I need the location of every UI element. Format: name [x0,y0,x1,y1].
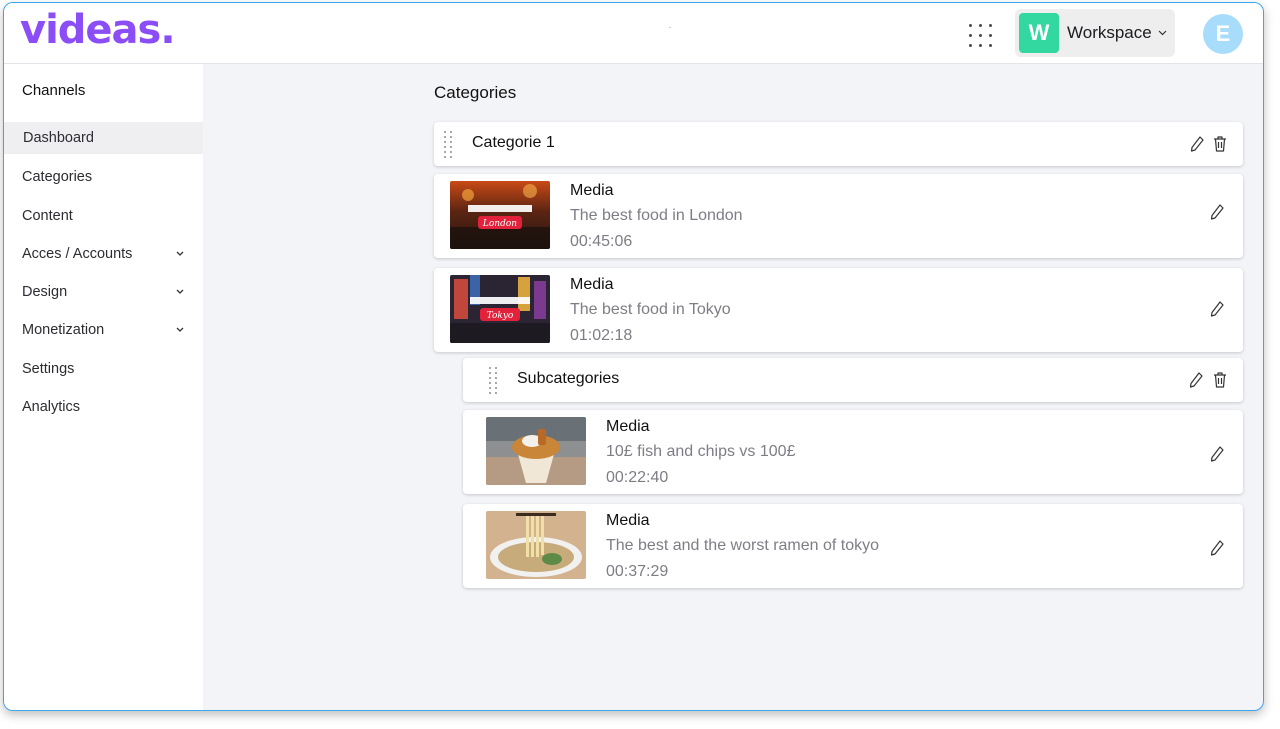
apps-grid-icon[interactable] [966,21,994,49]
pencil-icon[interactable] [1209,300,1225,318]
logo[interactable]: videas. [20,7,176,53]
media-row[interactable]: Media 10£ fish and chips vs 100£ 00:22:4… [463,410,1243,494]
sidebar-item-label: Design [22,284,68,300]
sidebar-item-acces-accounts[interactable]: Acces / Accounts [4,238,203,270]
sidebar-item-settings[interactable]: Settings [4,353,203,385]
thumbnail-caption: London [482,219,517,229]
media-title: The best food in Tokyo [570,301,731,318]
media-row[interactable]: London Media The best food in London 00:… [434,174,1243,258]
thumbnail-caption: Tokyo [487,311,514,321]
pencil-icon[interactable] [1209,539,1225,557]
pencil-icon[interactable] [1188,371,1204,389]
top-bar: videas. W Workspace E [4,3,1263,64]
trash-icon[interactable] [1212,135,1228,153]
chevron-down-icon [176,251,184,256]
media-thumbnail [486,417,586,485]
media-label: Media [606,512,650,529]
chevron-down-icon [176,327,184,332]
sidebar-item-monetization[interactable]: Monetization [4,314,203,346]
media-title: The best food in London [570,207,743,224]
media-duration: 00:22:40 [606,469,669,486]
drag-handle-icon[interactable] [489,367,497,394]
media-duration: 00:37:29 [606,563,669,580]
media-title: 10£ fish and chips vs 100£ [606,443,796,460]
pencil-icon[interactable] [1189,135,1205,153]
media-label: Media [606,418,650,435]
divider-dot [669,27,671,28]
media-thumbnail: London [450,181,550,249]
sidebar-item-label: Content [22,208,73,224]
subcategory-row[interactable]: Subcategories [463,358,1243,402]
workspace-switcher[interactable]: W Workspace [1015,9,1175,57]
sidebar-item-label: Dashboard [23,130,94,146]
media-thumbnail [486,511,586,579]
category-name: Categorie 1 [472,134,555,151]
sidebar-item-categories[interactable]: Categories [4,161,203,193]
page-title: Categories [434,83,517,102]
sidebar-item-analytics[interactable]: Analytics [4,391,203,423]
chevron-down-icon [176,289,184,294]
sidebar: Channels Dashboard Categories Content Ac… [4,64,203,710]
sidebar-item-design[interactable]: Design [4,276,203,308]
pencil-icon[interactable] [1209,445,1225,463]
sidebar-item-label: Categories [22,169,93,185]
category-row[interactable]: Categorie 1 [434,122,1243,166]
sidebar-item-label: Settings [22,361,75,377]
media-duration: 01:02:18 [570,327,633,344]
pencil-icon[interactable] [1209,203,1225,221]
avatar[interactable]: E [1203,14,1243,54]
sidebar-item-label: Acces / Accounts [22,246,133,262]
media-row[interactable]: Tokyo Media The best food in Tokyo 01:02… [434,268,1243,352]
sidebar-item-label: Monetization [22,322,105,338]
trash-icon[interactable] [1212,371,1228,389]
media-label: Media [570,276,614,293]
drag-handle-icon[interactable] [444,131,452,158]
sidebar-title: Channels [22,82,86,99]
app-window: videas. W Workspace E Channels Dashboard… [3,2,1264,711]
media-thumbnail: Tokyo [450,275,550,343]
media-title: The best and the worst ramen of tokyo [606,537,880,554]
chevron-down-icon [1158,30,1167,36]
subcategory-name: Subcategories [517,370,620,387]
media-row[interactable]: Media The best and the worst ramen of to… [463,504,1243,588]
sidebar-item-content[interactable]: Content [4,200,203,232]
workspace-name: Workspace [1067,23,1152,42]
sidebar-item-label: Analytics [22,399,81,415]
media-label: Media [570,182,614,199]
sidebar-item-dashboard[interactable]: Dashboard [4,122,203,154]
media-duration: 00:45:06 [570,233,633,250]
workspace-badge: W [1019,13,1059,53]
